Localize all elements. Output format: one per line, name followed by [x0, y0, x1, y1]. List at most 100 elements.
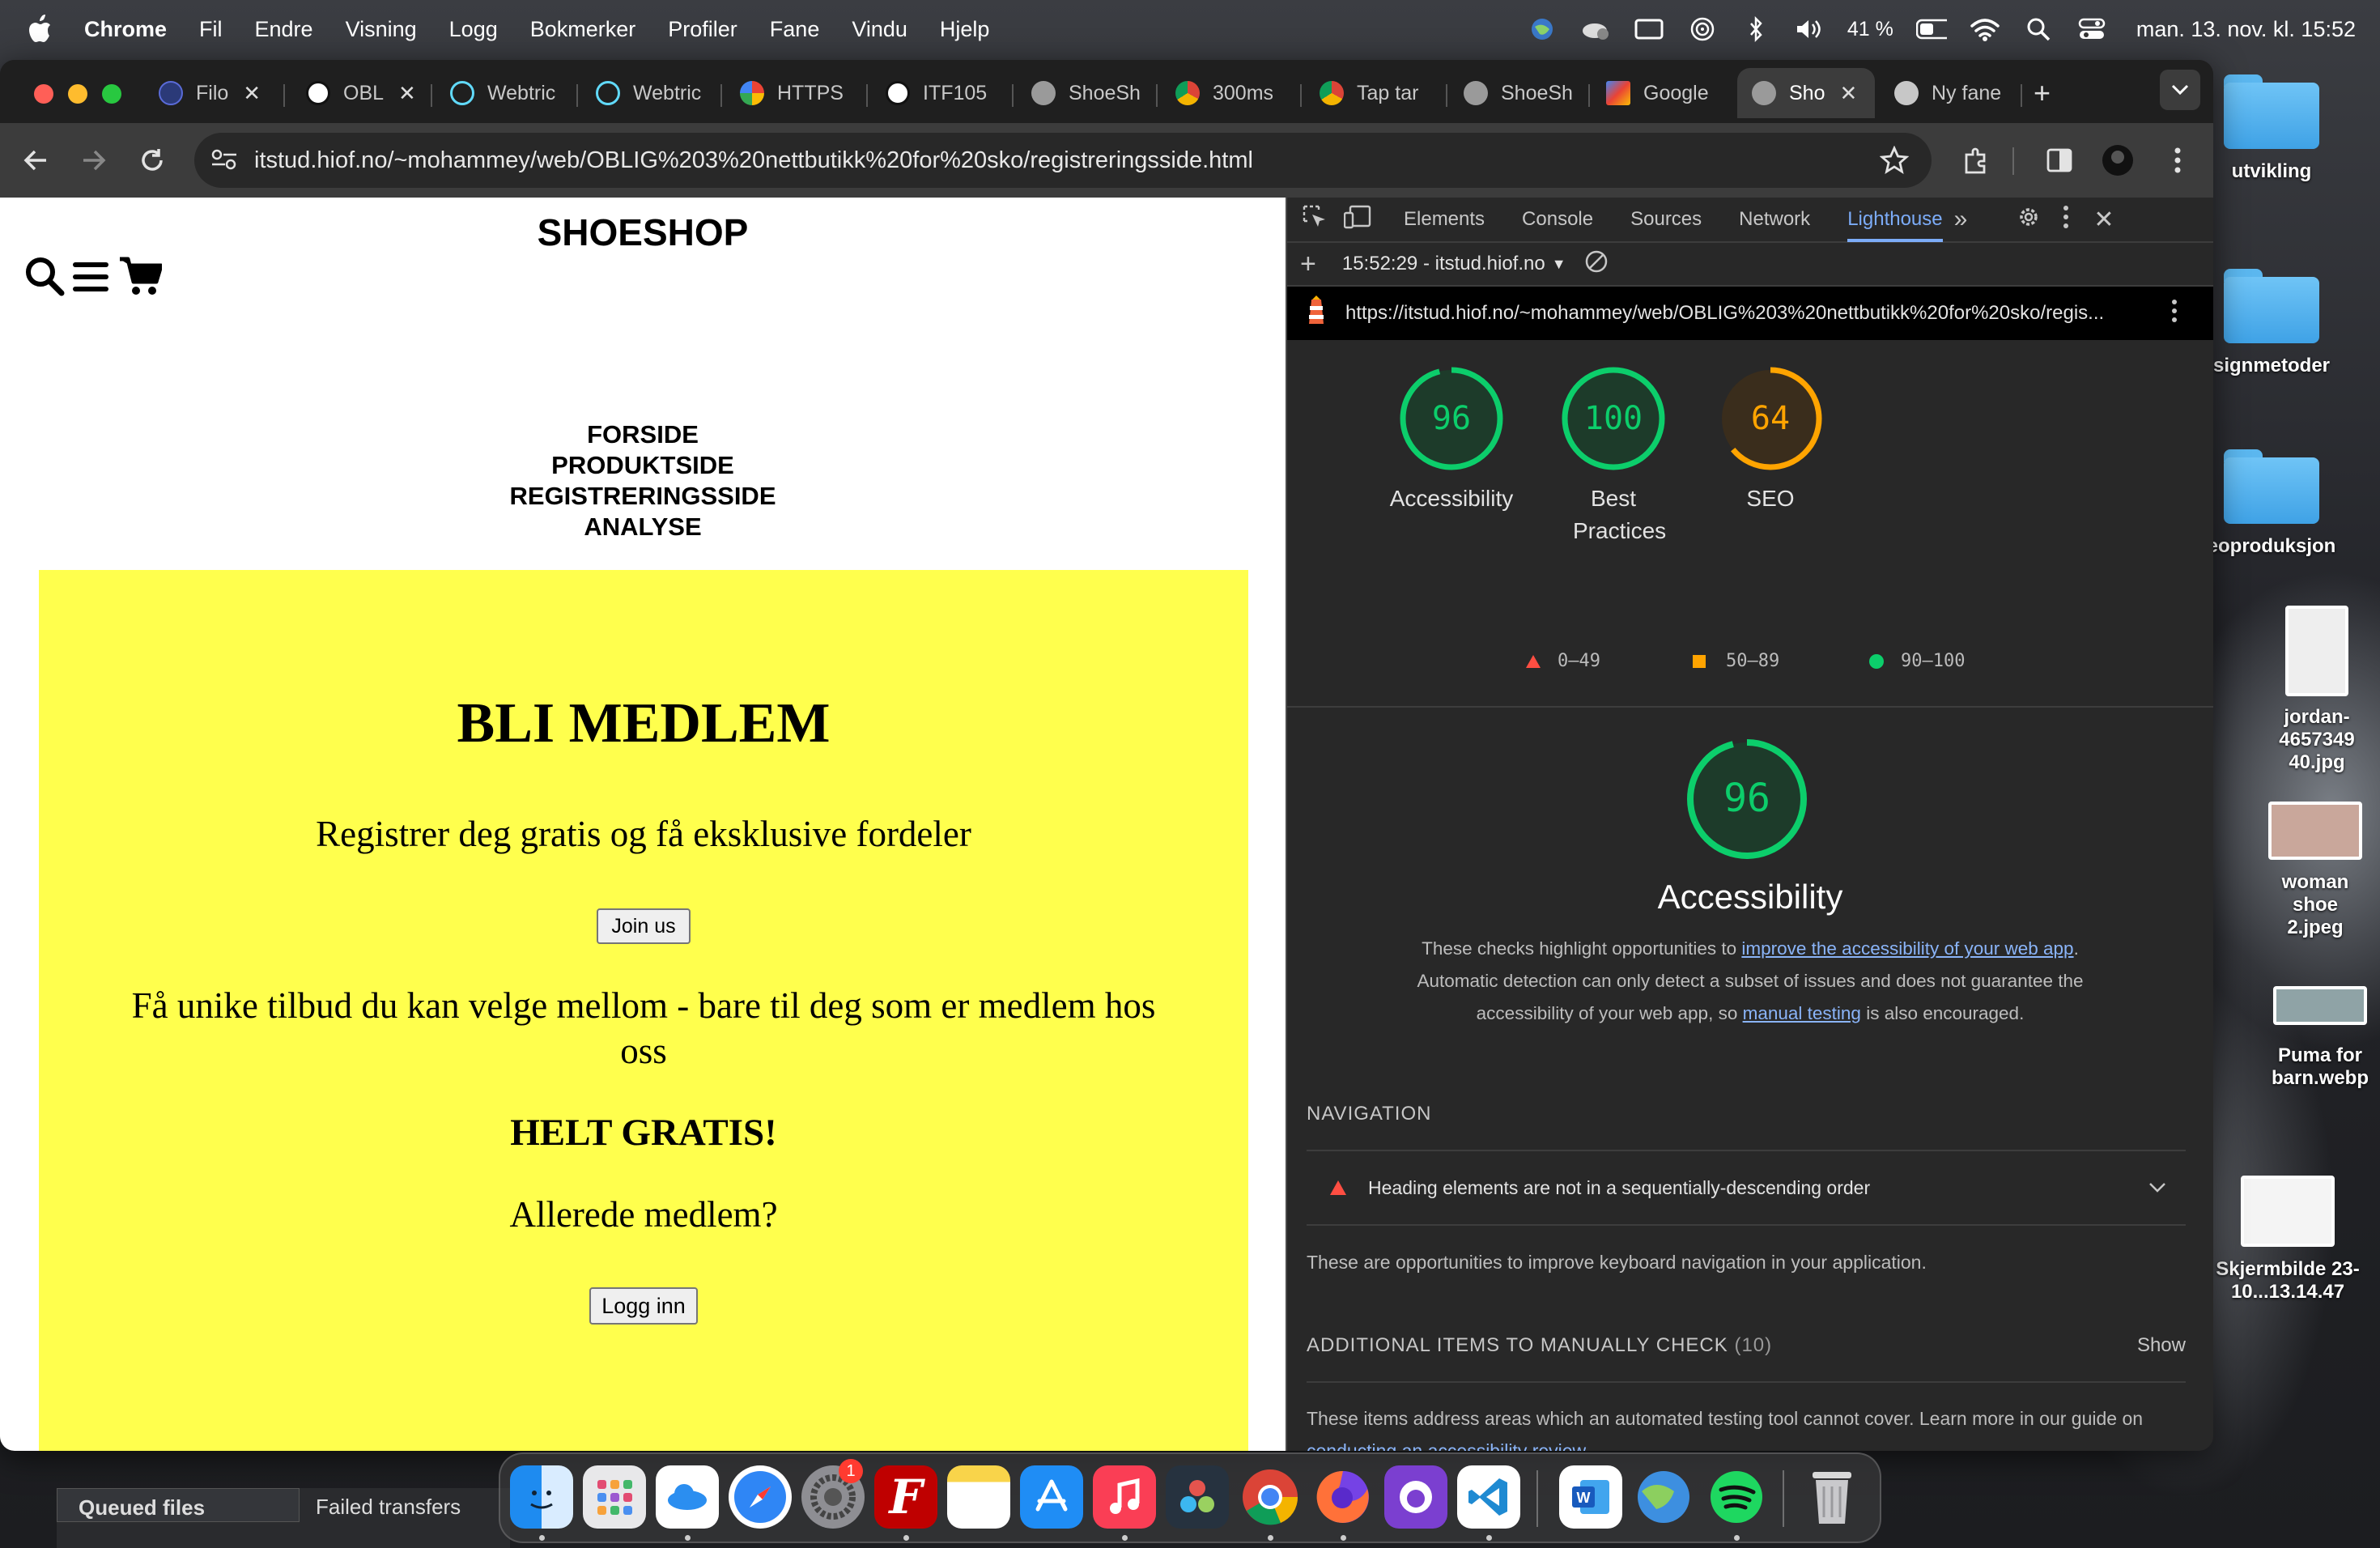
globe-app-icon[interactable] — [1632, 1465, 1695, 1529]
back-button[interactable] — [16, 141, 55, 180]
menu-visning[interactable]: Visning — [346, 17, 417, 42]
new-tab-button[interactable]: + — [2034, 68, 2066, 118]
site-info-icon[interactable] — [210, 147, 238, 178]
extensions-icon[interactable] — [1956, 141, 1995, 180]
new-report-icon[interactable]: + — [1300, 249, 1316, 280]
volume-icon[interactable] — [1794, 16, 1825, 42]
app-store-icon[interactable] — [1020, 1465, 1083, 1529]
menu-hjelp[interactable]: Hjelp — [940, 17, 990, 42]
close-tab-icon[interactable]: ✕ — [1839, 81, 1857, 106]
tab-search-button[interactable] — [2160, 70, 2200, 110]
site-logo[interactable]: SHOESHOP — [0, 211, 1286, 254]
spotlight-search-icon[interactable] — [2023, 16, 2054, 42]
inspect-element-icon[interactable] — [1302, 204, 1328, 236]
display-icon[interactable] — [1634, 16, 1664, 42]
chevron-down-icon[interactable] — [2148, 1182, 2166, 1193]
search-icon[interactable] — [24, 256, 65, 300]
bookmark-star-icon[interactable] — [1879, 145, 1910, 181]
notes-icon[interactable] — [947, 1465, 1010, 1529]
trash-icon[interactable] — [1800, 1465, 1864, 1529]
devtools-tab-console[interactable]: Console — [1522, 208, 1593, 231]
desktop-folder-signmetoder[interactable]: signmetoder — [2199, 269, 2344, 377]
nav-registreringsside[interactable]: REGISTRERINGSSIDE — [0, 481, 1286, 512]
music-icon[interactable] — [1093, 1465, 1156, 1529]
tab-shoesh-1[interactable]: ShoeSh — [1031, 68, 1145, 118]
tab-shoesh-2[interactable]: ShoeSh — [1464, 68, 1585, 118]
tab-google[interactable]: Google — [1606, 68, 1728, 118]
tab-tap-tar[interactable]: Tap tar — [1320, 68, 1441, 118]
desktop-file-puma[interactable]: Puma for barn.webp — [2247, 986, 2380, 1090]
tab-shoeshop-active[interactable]: Sho ✕ — [1737, 68, 1875, 118]
spotify-icon[interactable] — [1705, 1465, 1768, 1529]
tab-300ms[interactable]: 300ms — [1175, 68, 1297, 118]
finder-icon[interactable] — [510, 1465, 573, 1529]
side-panel-icon[interactable] — [2040, 141, 2079, 180]
report-menu-icon[interactable] — [2171, 299, 2178, 329]
tab-ny-fane[interactable]: Ny fane — [1894, 68, 2016, 118]
airdrop-icon[interactable] — [1687, 16, 1718, 42]
menu-fane[interactable]: Fane — [770, 17, 820, 42]
menu-clock[interactable]: man. 13. nov. kl. 15:52 — [2136, 17, 2356, 42]
menu-fil[interactable]: Fil — [199, 17, 223, 42]
close-tab-icon[interactable]: ✕ — [398, 81, 416, 106]
cloud-sync-icon[interactable] — [1580, 16, 1611, 42]
join-us-button[interactable]: Join us — [597, 908, 691, 944]
devtools-menu-icon[interactable] — [2063, 205, 2069, 235]
clear-reports-icon[interactable] — [1584, 249, 1609, 279]
queued-files-tab[interactable]: Queued files — [57, 1488, 300, 1522]
failed-transfers-tab[interactable]: Failed transfers — [316, 1495, 461, 1520]
apple-icon[interactable] — [24, 13, 57, 45]
devtools-settings-icon[interactable] — [2016, 204, 2042, 236]
menu-logg[interactable]: Logg — [449, 17, 498, 42]
manual-testing-link[interactable]: manual testing — [1743, 1003, 1861, 1023]
minimize-window-button[interactable] — [68, 84, 87, 104]
report-selector[interactable]: 15:52:29 - itstud.hiof.no — [1342, 253, 1545, 275]
dropdown-arrow-icon[interactable]: ▼ — [1552, 256, 1566, 273]
tab-webtric-1[interactable]: Webtric — [450, 68, 572, 118]
filezilla-icon[interactable]: F — [874, 1465, 937, 1529]
globe-status-icon[interactable] — [1527, 16, 1558, 42]
address-bar[interactable]: itstud.hiof.no/~mohammey/web/OBLIG%203%2… — [194, 133, 1932, 188]
desktop-file-woman-shoe[interactable]: woman shoe 2.jpeg — [2242, 802, 2380, 939]
accessibility-review-link[interactable]: conducting an accessibility review — [1307, 1440, 1585, 1451]
tab-https[interactable]: HTTPS — [740, 68, 861, 118]
devtools-tab-lighthouse[interactable]: Lighthouse — [1847, 208, 1943, 242]
github-desktop-icon[interactable] — [1384, 1465, 1447, 1529]
devtools-tab-elements[interactable]: Elements — [1404, 208, 1485, 231]
firefox-icon[interactable] — [1311, 1465, 1375, 1529]
menu-app-name[interactable]: Chrome — [84, 17, 167, 42]
menu-profiler[interactable]: Profiler — [668, 17, 737, 42]
control-center-icon[interactable] — [2076, 16, 2107, 42]
desktop-file-jordan[interactable]: jordan-4657349 40.jpg — [2244, 606, 2380, 774]
tab-webtric-2[interactable]: Webtric — [596, 68, 717, 118]
improve-accessibility-link[interactable]: improve the accessibility of your web ap… — [1741, 938, 2073, 959]
icloud-drive-icon[interactable] — [656, 1465, 719, 1529]
launchpad-icon[interactable] — [583, 1465, 646, 1529]
score-gauge-best-practices[interactable]: 100 Best Practices — [1528, 366, 1698, 547]
chrome-menu-icon[interactable] — [2158, 141, 2197, 180]
safari-icon[interactable] — [729, 1465, 792, 1529]
wifi-icon[interactable] — [1970, 16, 2000, 42]
nav-forside[interactable]: FORSIDE — [0, 419, 1286, 450]
tab-obl[interactable]: OBL ✕ — [306, 68, 419, 118]
close-window-button[interactable] — [34, 84, 53, 104]
desktop-folder-utvikling[interactable]: utvikling — [2199, 74, 2344, 183]
audit-heading-order[interactable]: Heading elements are not in a sequential… — [1307, 1151, 2186, 1224]
show-manual-button[interactable]: Show — [2137, 1334, 2186, 1357]
device-toolbar-icon[interactable] — [1343, 205, 1371, 235]
tab-itf105[interactable]: ITF105 — [886, 68, 999, 118]
desktop-folder-eoproduksjon[interactable]: eoproduksjon — [2199, 449, 2344, 558]
forward-button[interactable] — [74, 141, 113, 180]
profile-avatar[interactable] — [2098, 141, 2137, 180]
desktop-file-skjermbilde[interactable]: Skjermbilde 23-10...13.14.47 — [2215, 1176, 2361, 1303]
nav-produktside[interactable]: PRODUKTSIDE — [0, 450, 1286, 481]
report-url[interactable]: https://itstud.hiof.no/~mohammey/web/OBL… — [1345, 302, 2163, 325]
word-icon[interactable]: W — [1559, 1465, 1622, 1529]
tab-filo[interactable]: Filo ✕ — [159, 68, 272, 118]
login-button[interactable]: Logg inn — [589, 1287, 698, 1325]
menu-bokmerker[interactable]: Bokmerker — [530, 17, 636, 42]
reload-button[interactable] — [133, 141, 172, 180]
battery-icon[interactable] — [1915, 16, 1947, 42]
score-gauge-accessibility[interactable]: 96 Accessibility — [1366, 366, 1536, 515]
devtools-tab-network[interactable]: Network — [1739, 208, 1810, 231]
